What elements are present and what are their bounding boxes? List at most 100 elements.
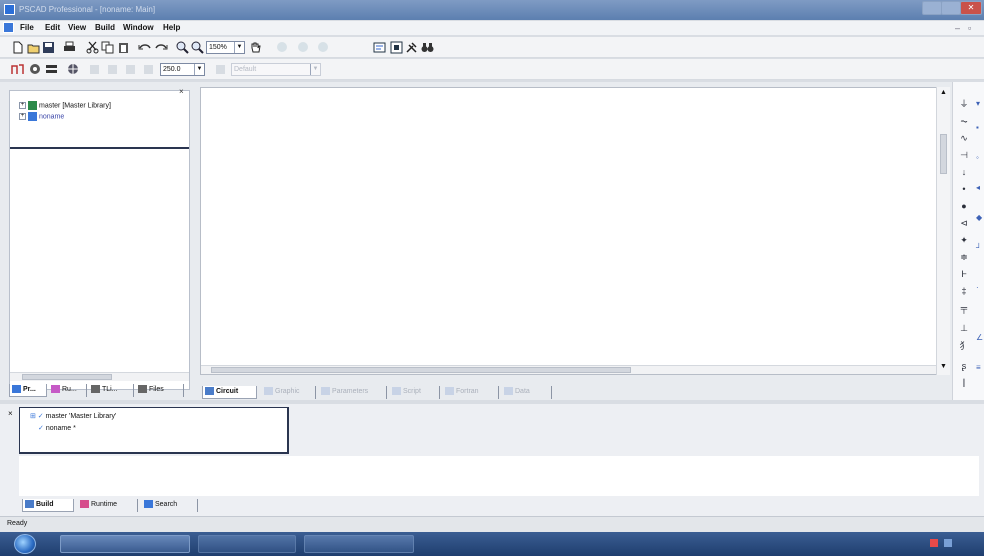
tree-item-noname[interactable]: + noname	[19, 112, 64, 122]
layer-select[interactable]: Default ▼	[231, 63, 321, 76]
simulate-icon[interactable]	[29, 63, 42, 76]
minimize-button[interactable]	[922, 1, 942, 15]
tools-icon[interactable]	[405, 41, 418, 54]
undo-icon[interactable]	[138, 41, 151, 54]
tab-graphic[interactable]: Graphic	[262, 386, 316, 399]
start-button[interactable]	[14, 534, 36, 554]
diode-icon[interactable]: ⊲	[958, 217, 970, 229]
zoom-select[interactable]: 150% ▼	[206, 41, 245, 54]
scroll-thumb[interactable]	[211, 367, 631, 373]
paste-icon[interactable]	[117, 41, 130, 54]
tray-icon[interactable]	[930, 539, 938, 547]
pause-icon[interactable]	[106, 63, 119, 76]
tab-script[interactable]: Script	[390, 386, 440, 399]
tab-projects[interactable]: Pr...	[9, 384, 47, 397]
maximize-button[interactable]	[941, 1, 961, 15]
copy-icon[interactable]	[101, 41, 114, 54]
pane-close-icon[interactable]: ×	[179, 87, 184, 96]
palette2-icon[interactable]: ∠	[976, 332, 984, 344]
zoom-out-icon[interactable]	[191, 41, 204, 54]
pan-hand-icon[interactable]	[249, 41, 262, 54]
resistor-icon[interactable]: ⏦	[958, 115, 970, 127]
meter-icon[interactable]: Ⱶ	[958, 268, 970, 280]
breaker-icon[interactable]: ●	[958, 200, 970, 212]
tab-parameters[interactable]: Parameters	[319, 386, 387, 399]
tab-files[interactable]: Files	[136, 384, 184, 397]
menu-help[interactable]: Help	[163, 23, 180, 32]
thyristor-icon[interactable]: ✦	[958, 234, 970, 246]
close-button[interactable]: ✕	[960, 1, 982, 15]
print-icon[interactable]	[63, 41, 76, 54]
redo-icon[interactable]	[155, 41, 168, 54]
multimeter-icon[interactable]: 犭	[958, 340, 970, 352]
menu-file[interactable]: File	[20, 23, 34, 32]
taskbar-button[interactable]	[198, 535, 296, 553]
canvas-vscrollbar[interactable]: ▲ ▼	[936, 87, 950, 375]
palette2-icon[interactable]: ┘	[976, 242, 984, 254]
mdi-restore-icon[interactable]: ▫	[968, 23, 971, 33]
mdi-minimize-icon[interactable]: –	[955, 23, 960, 33]
inductor-icon[interactable]: ∿	[958, 132, 970, 144]
wire-mode-icon[interactable]	[11, 63, 24, 76]
scroll-thumb[interactable]	[940, 134, 947, 174]
control-icon[interactable]: ⊥	[958, 322, 970, 334]
label-icon[interactable]: ꟾ	[958, 378, 970, 390]
expand-icon[interactable]: +	[19, 113, 26, 120]
stop-sim-icon[interactable]	[124, 63, 137, 76]
tab-fortran[interactable]: Fortran	[443, 386, 499, 399]
component-icon[interactable]	[390, 41, 403, 54]
palette2-icon[interactable]: ◦	[976, 152, 984, 164]
panel-close-icon[interactable]: ×	[8, 409, 13, 418]
output-line[interactable]: ⊞ ✓ master 'Master Library'	[30, 412, 116, 420]
menu-edit[interactable]: Edit	[45, 23, 60, 32]
bus-icon[interactable]: ʂ	[958, 360, 970, 372]
tab-build[interactable]: Build	[22, 499, 74, 512]
compile-icon[interactable]	[373, 41, 386, 54]
plot-icon[interactable]: ╤	[958, 302, 970, 314]
menu-build[interactable]: Build	[95, 23, 115, 32]
scroll-thumb[interactable]	[22, 374, 112, 380]
expand-icon[interactable]: +	[19, 102, 26, 109]
menu-window[interactable]: Window	[123, 23, 154, 32]
tab-circuit[interactable]: Circuit	[202, 386, 257, 399]
menu-view[interactable]: View	[68, 23, 86, 32]
scroll-down-icon[interactable]: ▼	[940, 363, 947, 370]
switch-icon[interactable]: ‡	[958, 285, 970, 297]
zoom-in-icon[interactable]	[176, 41, 189, 54]
save-icon[interactable]	[42, 41, 55, 54]
palette2-icon[interactable]: ◂	[976, 182, 984, 194]
palette2-icon[interactable]: ▪	[976, 122, 984, 134]
tab-runtime[interactable]: Ru...	[49, 384, 87, 397]
stop-icon[interactable]	[297, 41, 310, 54]
ground-icon[interactable]: ⏚	[958, 98, 970, 110]
node-icon[interactable]: •	[958, 183, 970, 195]
find-binoculars-icon[interactable]	[421, 41, 434, 54]
tray-icon[interactable]	[944, 539, 952, 547]
tab-data[interactable]: Data	[502, 386, 552, 399]
source-icon[interactable]: ↓	[958, 166, 970, 178]
transformer-icon[interactable]: ≑	[958, 251, 970, 263]
play-icon[interactable]	[88, 63, 101, 76]
palette2-icon[interactable]: ·	[976, 282, 984, 294]
tab-search[interactable]: Search	[142, 499, 198, 512]
capacitor-icon[interactable]: ⊣	[958, 149, 970, 161]
palette2-icon[interactable]: ≡	[976, 362, 984, 374]
snapshot-icon[interactable]	[142, 63, 155, 76]
taskbar-button-app[interactable]	[60, 535, 190, 553]
step-icon[interactable]	[317, 41, 330, 54]
run-icon[interactable]	[276, 41, 289, 54]
output-line[interactable]: ✓ noname *	[38, 424, 76, 432]
tree-item-master[interactable]: + master [Master Library]	[19, 101, 111, 111]
new-icon[interactable]	[11, 41, 24, 54]
palette2-icon[interactable]: ◆	[976, 212, 984, 224]
tab-tlines[interactable]: TLi...	[89, 384, 134, 397]
workspace-hscrollbar[interactable]	[10, 372, 189, 381]
globe-icon[interactable]	[67, 63, 80, 76]
canvas-hscrollbar[interactable]	[201, 365, 936, 374]
tab-runtime-output[interactable]: Runtime	[78, 499, 138, 512]
circuit-canvas[interactable]	[200, 87, 950, 375]
taskbar-button[interactable]	[304, 535, 414, 553]
layer-icon[interactable]	[214, 63, 227, 76]
cut-icon[interactable]	[86, 41, 99, 54]
open-icon[interactable]	[27, 41, 40, 54]
